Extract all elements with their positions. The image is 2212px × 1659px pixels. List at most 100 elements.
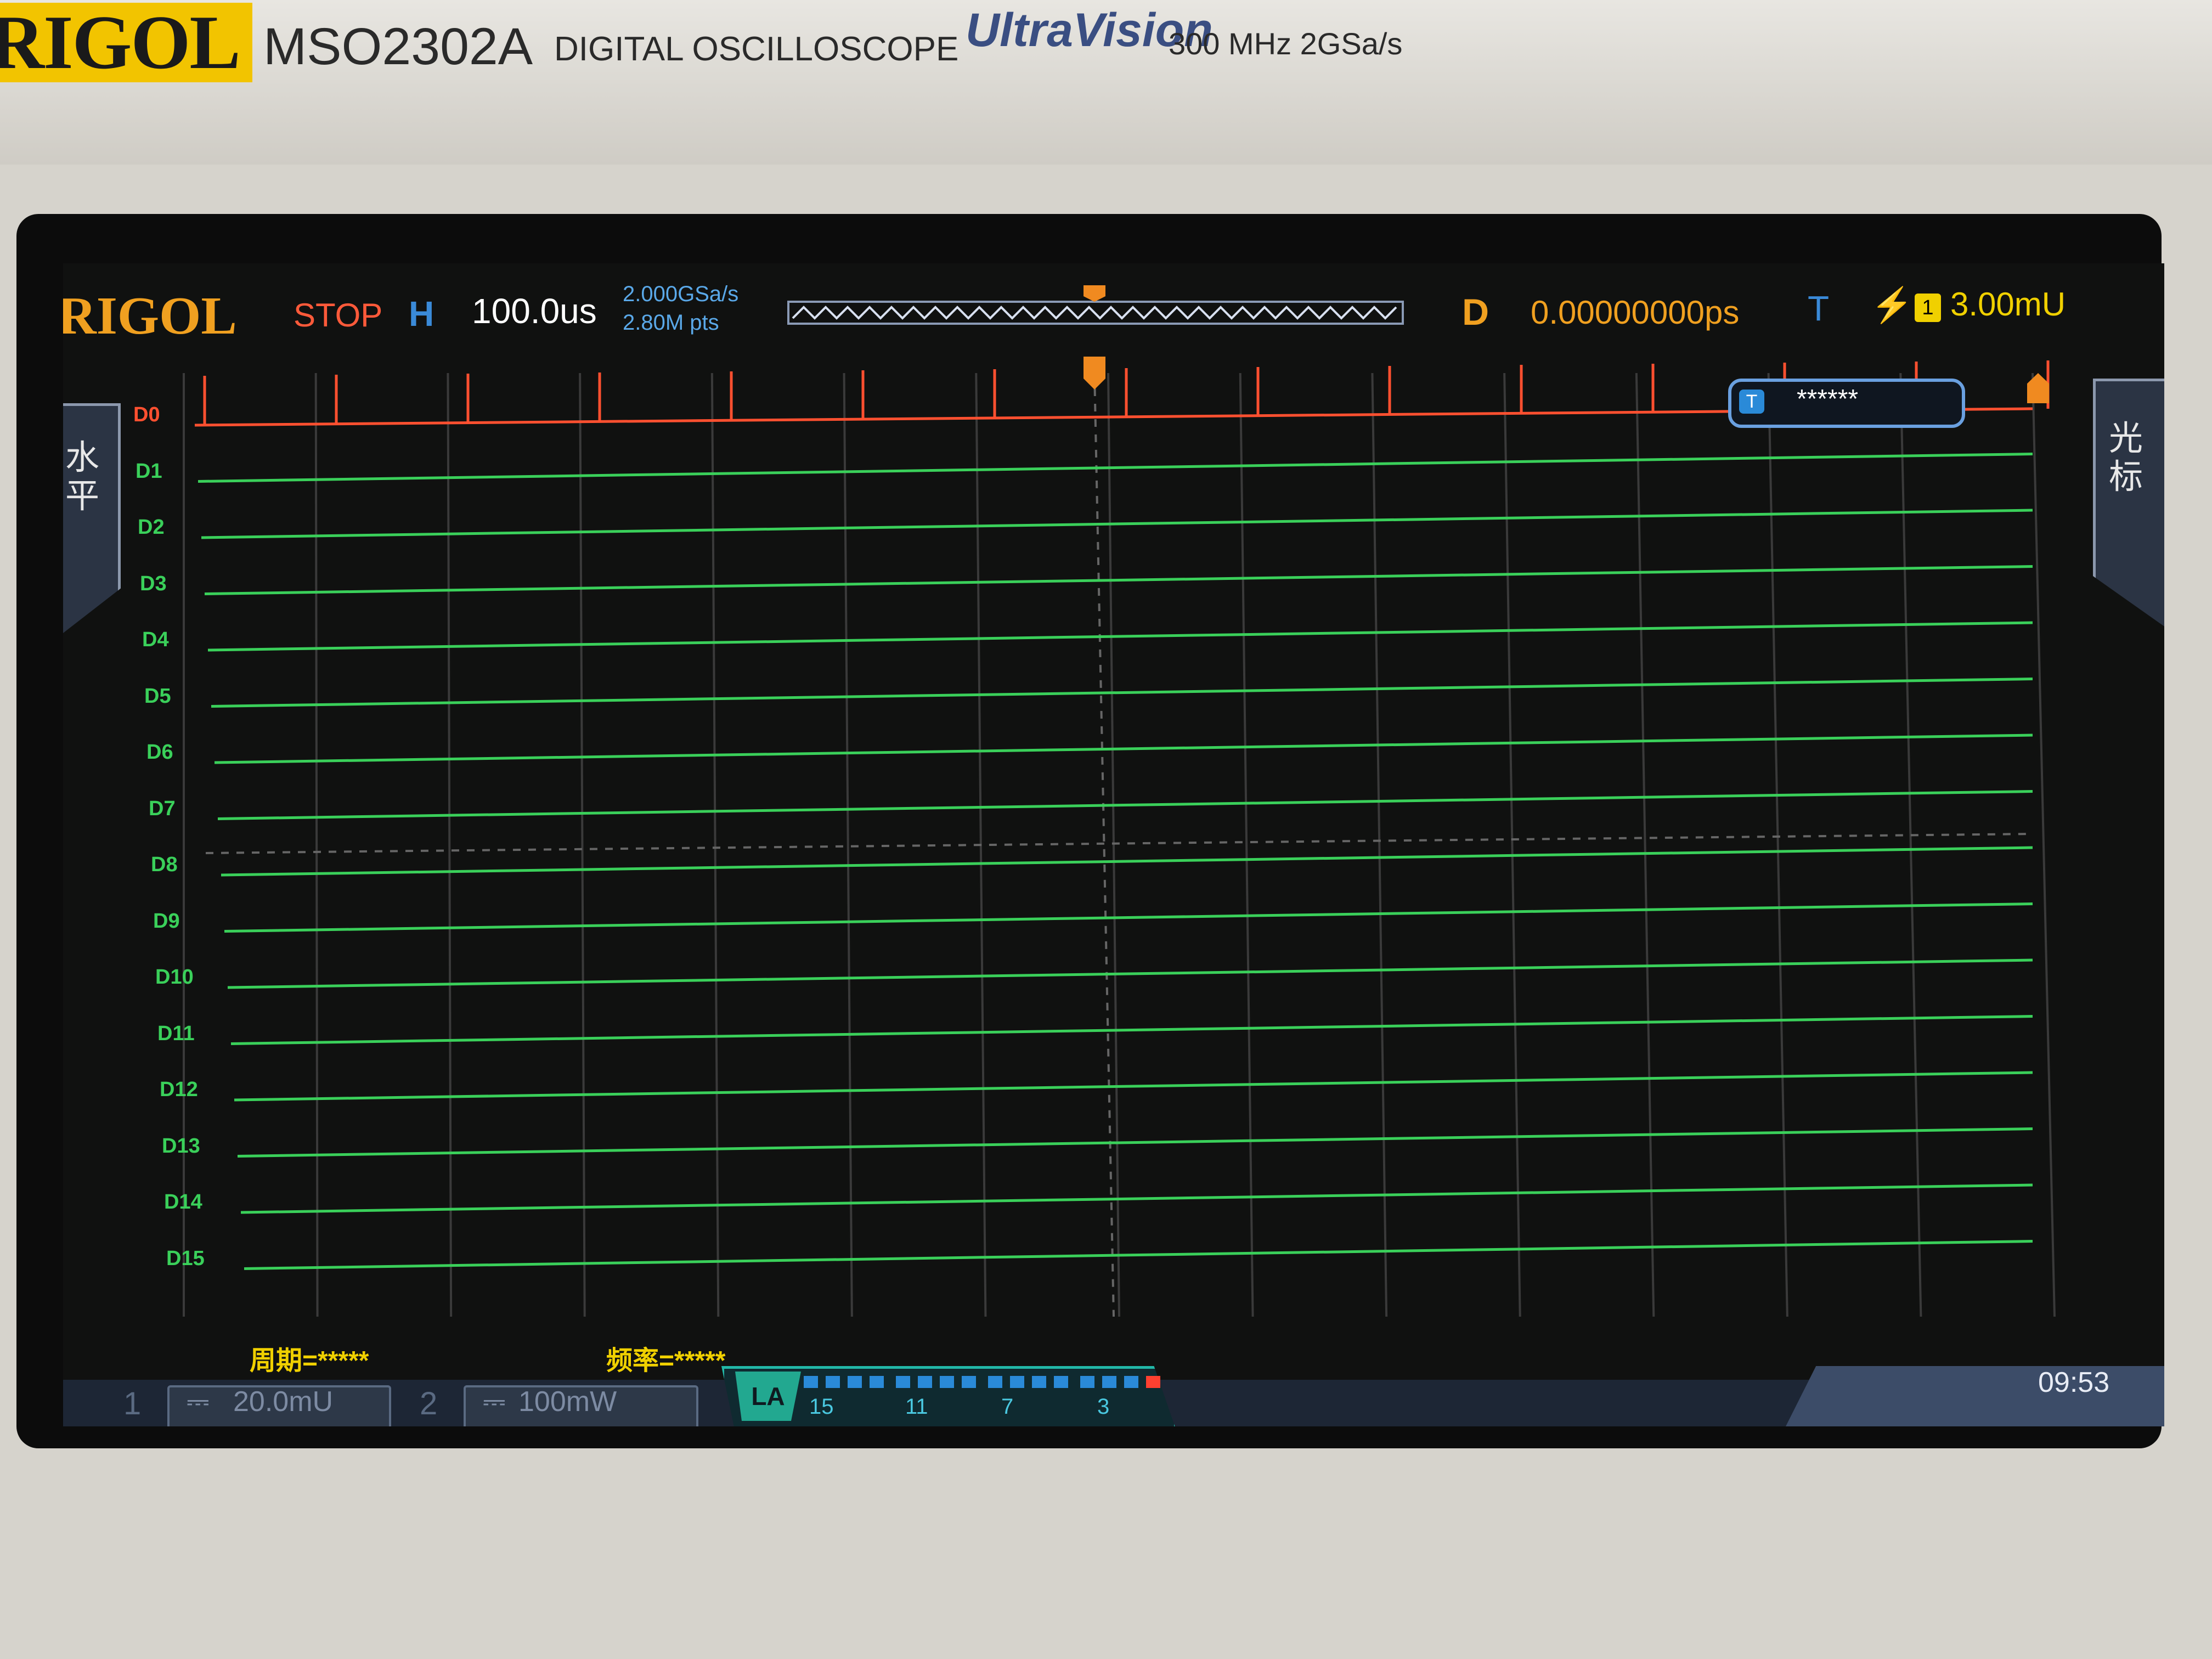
la-channel-indicators [804, 1376, 1160, 1388]
la-label: LA [735, 1372, 801, 1421]
grid-line [314, 373, 319, 1317]
trace-d9 [224, 902, 2033, 933]
channel-label-d14[interactable]: D14 [164, 1190, 202, 1214]
la-bit-indicator [1032, 1376, 1046, 1388]
center-horizontal-axis [205, 833, 2033, 854]
trace-d6 [214, 733, 2033, 764]
la-bit-indicator [896, 1376, 910, 1388]
grid-line [1899, 373, 1922, 1317]
delay-label: D [1462, 291, 1489, 333]
run-state[interactable]: STOP [294, 296, 382, 334]
screen-logo: RIGOL [63, 286, 237, 346]
memory-overview [787, 285, 1404, 325]
la-bit-indicator [1102, 1376, 1116, 1388]
channel-label-d0[interactable]: D0 [133, 403, 160, 427]
channel-label-d1[interactable]: D1 [136, 460, 162, 483]
grid-line [2032, 373, 2056, 1317]
trace-d3 [204, 565, 2033, 595]
ch2-scale: 100mW [518, 1386, 617, 1418]
grid-line [1371, 373, 1388, 1317]
cursor-t-icon: T [1739, 390, 1764, 414]
grid-line [843, 373, 853, 1317]
channel-label-d6[interactable]: D6 [146, 741, 173, 764]
dc-coupling-icon: ⎓ [483, 1386, 506, 1418]
overview-waveform [792, 306, 1397, 320]
frequency-measurement: 频率=***** [606, 1346, 726, 1375]
la-bit-indicator [962, 1376, 976, 1388]
trace-d12 [234, 1071, 2033, 1102]
trace-d14 [240, 1183, 2033, 1214]
horizontal-label: H [409, 294, 435, 334]
la-bit-indicator [870, 1376, 884, 1388]
trigger-source: 1 [1915, 294, 1941, 322]
trace-d10 [227, 958, 2033, 989]
trace-d2 [201, 509, 2033, 539]
ch1-scale: 20.0mU [233, 1386, 334, 1418]
channel-label-d7[interactable]: D7 [149, 797, 176, 821]
la-bit-indicator [1054, 1376, 1068, 1388]
channel-label-d11[interactable]: D11 [157, 1022, 195, 1046]
la-bit-indicator [1124, 1376, 1138, 1388]
channel-label-d13[interactable]: D13 [162, 1135, 200, 1158]
grid-line [1503, 373, 1521, 1317]
trace-d4 [207, 621, 2033, 652]
la-bit-indicator [848, 1376, 862, 1388]
trace-d1 [198, 453, 2033, 483]
trace-d11 [230, 1015, 2033, 1045]
dc-coupling-icon: ⎓ [187, 1386, 210, 1418]
trace-d7 [217, 790, 2033, 820]
la-bit-indicator [988, 1376, 1002, 1388]
trigger-level[interactable]: 3.00mU [1950, 285, 2066, 323]
acquisition-info: 2.000GSa/s 2.80M pts [623, 280, 738, 337]
la-bit-11: 11 [905, 1395, 928, 1419]
ch1-number: 1 [123, 1386, 142, 1421]
channel-label-d4[interactable]: D4 [142, 628, 169, 652]
timebase[interactable]: 100.0us [472, 291, 597, 331]
grid-line [579, 373, 586, 1317]
trace-d5 [211, 678, 2033, 708]
rising-edge-icon: ⚡ [1871, 286, 1914, 324]
grid-line [447, 373, 453, 1317]
overview-trigger-marker [1084, 285, 1105, 302]
oscilloscope-screen: RIGOL STOP H 100.0us 2.000GSa/s 2.80M pt… [63, 263, 2164, 1426]
trace-d15 [244, 1240, 2033, 1270]
la-bit-indicator [1146, 1376, 1160, 1388]
channel-label-d2[interactable]: D2 [138, 516, 165, 539]
device-spec: 300 MHz 2GSa/s [1169, 26, 1403, 61]
period-measurement: 周期=***** [250, 1346, 369, 1375]
channel-label-d9[interactable]: D9 [153, 910, 180, 933]
horizontal-menu-label: 水平 [65, 439, 99, 515]
channel-label-d10[interactable]: D10 [155, 966, 194, 989]
la-bit-indicator [1010, 1376, 1024, 1388]
cursor-value: ****** [1797, 385, 1859, 414]
channel-label-d5[interactable]: D5 [144, 685, 171, 708]
la-bit-indicator [940, 1376, 954, 1388]
trace-d13 [237, 1127, 2033, 1158]
la-bit-indicator [804, 1376, 818, 1388]
sample-rate: 2.000GSa/s [623, 282, 739, 306]
grid-line [710, 373, 720, 1317]
cursor-menu-label: 光标 [2108, 420, 2143, 496]
trace-d8 [221, 846, 2033, 877]
channel-label-d3[interactable]: D3 [140, 572, 167, 596]
grid-line [1239, 373, 1254, 1317]
delay-value[interactable]: 0.00000000ps [1531, 294, 1739, 331]
la-bit-7: 7 [1001, 1395, 1014, 1419]
trigger-label: T [1808, 289, 1830, 328]
channel-label-d8[interactable]: D8 [151, 853, 178, 877]
la-bit-indicator [826, 1376, 840, 1388]
la-bit-15: 15 [809, 1395, 834, 1419]
waveform-plot [183, 357, 2056, 1317]
memory-depth: 2.80M pts [623, 311, 719, 335]
brand-logo: RIGOL [0, 0, 241, 85]
ch2-number: 2 [420, 1386, 438, 1421]
channel-label-d12[interactable]: D12 [160, 1078, 198, 1102]
channel-label-d15[interactable]: D15 [166, 1247, 205, 1271]
clock: 09:53 [2038, 1367, 2110, 1398]
device-description: DIGITAL OSCILLOSCOPE [554, 30, 959, 68]
la-bit-indicator [1080, 1376, 1094, 1388]
la-bit-3: 3 [1097, 1395, 1110, 1419]
la-bit-indicator [918, 1376, 932, 1388]
model-name: MSO2302A [263, 18, 533, 76]
trigger-marker-icon [1084, 357, 1105, 390]
